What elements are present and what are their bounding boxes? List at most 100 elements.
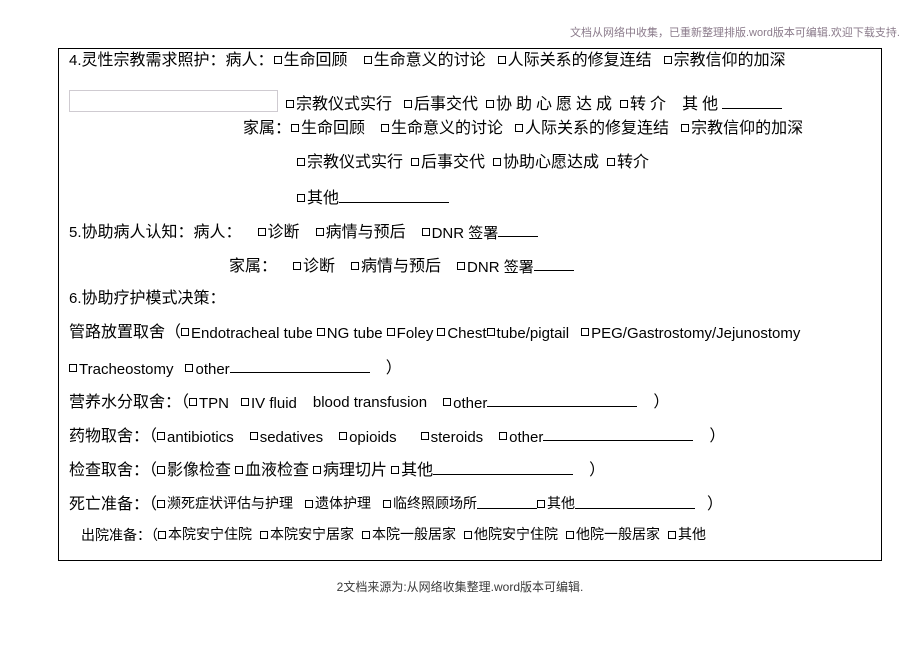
checkbox-option-nutrition-other[interactable]: other xyxy=(443,396,487,411)
checkbox-option-blood-transfusion[interactable]: blood transfusion xyxy=(313,395,427,410)
checkbox-icon[interactable] xyxy=(291,124,300,132)
checkbox-option-exam-other[interactable]: 其他 xyxy=(391,463,433,479)
checkbox-option-discharge-other[interactable]: 其他 xyxy=(668,529,706,543)
checkbox-option-faith-deepening-family[interactable]: 宗教信仰的加深 xyxy=(681,121,803,137)
checkbox-option-afterlife-arrangement-family[interactable]: 后事交代 xyxy=(411,155,485,171)
checkbox-icon[interactable] xyxy=(499,432,508,440)
checkbox-icon[interactable] xyxy=(663,56,672,64)
checkbox-option-prognosis-patient[interactable]: 病情与预后 xyxy=(315,225,406,241)
checkbox-icon[interactable] xyxy=(69,364,77,372)
checkbox-icon[interactable] xyxy=(249,432,258,440)
checkbox-option-diagnosis-patient[interactable]: 诊断 xyxy=(257,225,300,241)
checkbox-option-iv-fluid[interactable]: IV fluid xyxy=(241,396,297,411)
checkbox-icon[interactable] xyxy=(297,194,305,202)
checkbox-icon[interactable] xyxy=(581,328,590,336)
checkbox-icon[interactable] xyxy=(316,328,325,336)
checkbox-option-prognosis-family[interactable]: 病情与预后 xyxy=(351,259,441,275)
checkbox-icon[interactable] xyxy=(157,500,166,508)
checkbox-icon[interactable] xyxy=(537,500,546,508)
checkbox-option-referral-family[interactable]: 转介 xyxy=(607,155,649,171)
checkbox-option-life-review-family[interactable]: 生命回顾 xyxy=(291,121,365,137)
checkbox-option-dnr-family[interactable]: DNR 签署 xyxy=(457,260,534,275)
checkbox-option-home-hospice-inpatient[interactable]: 本院安宁住院 xyxy=(158,529,252,543)
checkbox-option-afterlife-arrangement-patient[interactable]: 后事交代 xyxy=(404,97,478,113)
checkbox-icon[interactable] xyxy=(315,228,324,236)
nutrition-other-input[interactable] xyxy=(487,393,638,407)
checkbox-option-ng-tube[interactable]: NG tube xyxy=(316,326,383,341)
checkbox-icon[interactable] xyxy=(351,262,360,270)
checkbox-option-terminal-care-location[interactable]: 临终照顾场所 xyxy=(383,498,477,512)
checkbox-icon[interactable] xyxy=(493,158,502,166)
checkbox-icon[interactable] xyxy=(668,531,676,539)
checkbox-icon[interactable] xyxy=(421,228,430,236)
checkbox-option-relationship-repair-family[interactable]: 人际关系的修复连结 xyxy=(515,121,669,137)
checkbox-icon[interactable] xyxy=(681,124,690,132)
checkbox-option-wish-fulfillment-patient[interactable]: 协 助 心 愿 达 成 xyxy=(486,97,612,113)
checkbox-option-life-review-patient[interactable]: 生命回顾 xyxy=(273,53,348,69)
checkbox-option-blood-exam[interactable]: 血液检查 xyxy=(235,463,309,479)
checkbox-option-life-meaning-family[interactable]: 生命意义的讨论 xyxy=(381,121,503,137)
checkbox-icon[interactable] xyxy=(189,398,198,406)
checkbox-option-body-care[interactable]: 遗体护理 xyxy=(305,498,371,512)
checkbox-option-other-family[interactable]: 其他 xyxy=(297,191,339,207)
checkbox-icon[interactable] xyxy=(257,228,266,236)
checkbox-option-death-prep-other[interactable]: 其他 xyxy=(537,498,575,512)
checkbox-option-endotracheal-tube[interactable]: Endotracheal tube xyxy=(181,326,313,341)
checkbox-icon[interactable] xyxy=(181,328,190,336)
checkbox-option-religious-ritual-patient[interactable]: 宗教仪式实行 xyxy=(286,97,392,113)
section4-patient-other-input[interactable] xyxy=(722,95,783,109)
checkbox-option-tube-other[interactable]: other xyxy=(185,362,230,377)
tube-other-input[interactable] xyxy=(229,359,370,373)
checkbox-option-tube-pigtail[interactable]: tube/pigtail xyxy=(486,326,569,341)
checkbox-option-opioids[interactable]: opioids xyxy=(339,430,397,445)
checkbox-option-medication-other[interactable]: other xyxy=(499,430,543,445)
checkbox-icon[interactable] xyxy=(260,531,268,539)
checkbox-icon[interactable] xyxy=(157,466,166,474)
checkbox-icon[interactable] xyxy=(383,500,392,508)
checkbox-icon[interactable] xyxy=(497,56,506,64)
checkbox-icon[interactable] xyxy=(339,432,348,440)
checkbox-option-home-general-homecare[interactable]: 本院一般居家 xyxy=(362,529,456,543)
checkbox-icon[interactable] xyxy=(515,124,524,132)
exam-other-input[interactable] xyxy=(433,461,574,475)
checkbox-option-other-hospice-inpatient[interactable]: 他院安宁住院 xyxy=(464,529,558,543)
checkbox-icon[interactable] xyxy=(185,364,194,372)
checkbox-option-dying-symptom-care[interactable]: 濒死症状评估与护理 xyxy=(157,498,293,512)
checkbox-icon[interactable] xyxy=(286,100,294,108)
checkbox-option-tpn[interactable]: TPN xyxy=(189,396,229,411)
checkbox-icon[interactable] xyxy=(620,100,629,108)
checkbox-option-chest-tube[interactable]: Chest xyxy=(437,326,487,341)
checkbox-option-faith-deepening-patient[interactable]: 宗教信仰的加深 xyxy=(663,53,786,69)
checkbox-icon[interactable] xyxy=(381,124,390,132)
checkbox-option-dnr-patient[interactable]: DNR 签署 xyxy=(421,226,498,241)
checkbox-option-other-general-homecare[interactable]: 他院一般居家 xyxy=(566,529,660,543)
checkbox-option-antibiotics[interactable]: antibiotics xyxy=(157,430,234,445)
checkbox-icon[interactable] xyxy=(386,328,395,336)
checkbox-icon[interactable] xyxy=(305,500,314,508)
terminal-care-location-input[interactable] xyxy=(477,495,538,509)
checkbox-option-peg-gastrostomy-jejunostomy[interactable]: PEG/Gastrostomy/Jejunostomy xyxy=(581,326,800,341)
checkbox-icon[interactable] xyxy=(157,432,166,440)
checkbox-option-wish-fulfillment-family[interactable]: 协助心愿达成 xyxy=(493,155,599,171)
checkbox-icon[interactable] xyxy=(443,398,452,406)
checkbox-icon[interactable] xyxy=(362,531,370,539)
checkbox-icon[interactable] xyxy=(411,158,420,166)
checkbox-option-tracheostomy[interactable]: Tracheostomy xyxy=(69,362,173,377)
checkbox-option-home-hospice-homecare[interactable]: 本院安宁居家 xyxy=(260,529,354,543)
checkbox-icon[interactable] xyxy=(566,531,574,539)
checkbox-icon[interactable] xyxy=(437,328,446,336)
checkbox-icon[interactable] xyxy=(241,398,250,406)
checkbox-icon[interactable] xyxy=(235,466,244,474)
checkbox-option-steroids[interactable]: steroids xyxy=(420,430,483,445)
checkbox-icon[interactable] xyxy=(464,531,472,539)
section5-family-dnr-input[interactable] xyxy=(533,257,574,271)
checkbox-icon[interactable] xyxy=(457,262,466,270)
death-prep-other-input[interactable] xyxy=(575,495,696,509)
checkbox-icon[interactable] xyxy=(273,56,282,64)
checkbox-icon[interactable] xyxy=(486,100,495,108)
checkbox-option-religious-ritual-family[interactable]: 宗教仪式实行 xyxy=(297,155,403,171)
checkbox-icon[interactable] xyxy=(404,100,413,108)
section5-patient-dnr-input[interactable] xyxy=(498,223,539,237)
checkbox-icon[interactable] xyxy=(297,158,305,166)
checkbox-icon[interactable] xyxy=(607,158,616,166)
